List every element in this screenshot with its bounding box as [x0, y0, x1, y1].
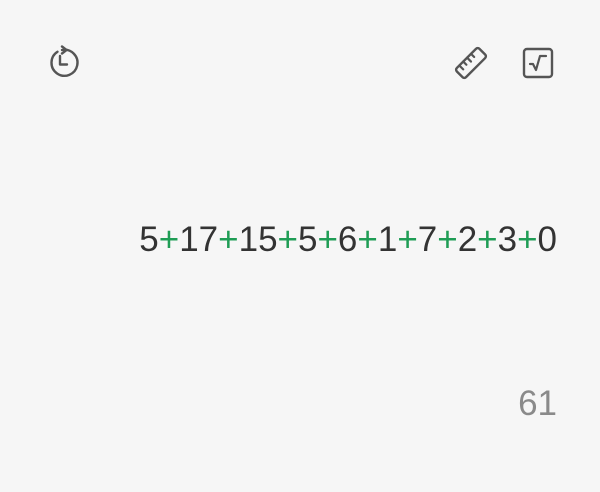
expression-display[interactable]: 5 +17 +15 +5 +6 +1 +7 +2 +3 +0	[139, 216, 557, 264]
operator-plus: +	[477, 220, 498, 259]
scientific-mode-button[interactable]	[516, 41, 560, 85]
result-preview: 61	[518, 384, 557, 423]
calculator-screen: 5 +17 +15 +5 +6 +1 +7 +2 +3 +0 61	[0, 0, 600, 492]
operand-number: 2	[457, 220, 478, 259]
unit-converter-button[interactable]	[449, 41, 493, 85]
operator-plus: +	[357, 220, 378, 259]
operand-number: 5	[298, 220, 318, 259]
history-clock-icon	[50, 45, 79, 77]
ruler-icon	[454, 46, 488, 80]
operator-plus: +	[218, 220, 239, 259]
operator-plus: +	[397, 220, 418, 259]
operand-number: 7	[417, 220, 438, 259]
operand-number: 6	[337, 220, 358, 259]
operator-plus: +	[517, 220, 538, 259]
operand-number: 1	[377, 220, 398, 259]
history-button[interactable]	[40, 41, 84, 85]
operator-plus: +	[437, 220, 458, 259]
operand-number: 5	[139, 220, 159, 259]
operand-number: 3	[497, 220, 518, 259]
square-root-icon	[522, 47, 554, 79]
operand-number: 15	[238, 220, 278, 259]
operator-plus: +	[158, 220, 180, 259]
operand-number: 0	[537, 220, 557, 259]
operand-number: 17	[179, 220, 219, 259]
operator-plus: +	[317, 220, 338, 259]
operator-plus: +	[277, 220, 298, 259]
